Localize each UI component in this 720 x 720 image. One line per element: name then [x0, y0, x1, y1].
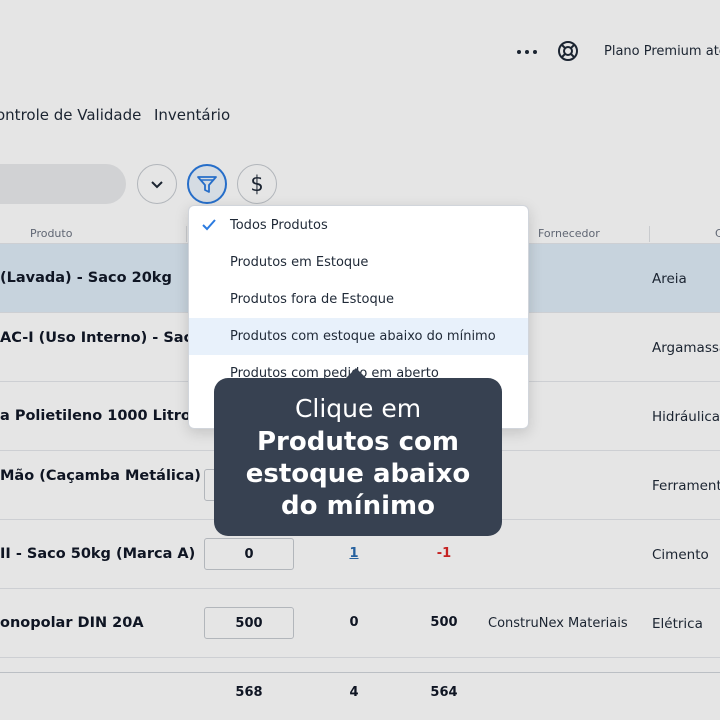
filter-option-label: Todos Produtos — [230, 218, 328, 233]
filter-option-out-of-stock[interactable]: Produtos fora de Estoque — [189, 281, 528, 318]
tutorial-tooltip: Clique em Produtos com estoque abaixo do… — [214, 368, 502, 536]
tooltip-target-label: Produtos com estoque abaixo do mínimo — [245, 427, 471, 521]
tooltip-instruction: Clique em — [294, 394, 422, 423]
tooltip-arrow — [344, 368, 368, 380]
filter-option-label: Produtos em Estoque — [230, 255, 369, 270]
check-icon — [202, 219, 216, 231]
filter-option-label: Produtos com estoque abaixo do mínimo — [230, 329, 496, 344]
app-root: Plano Premium até ontrole de Validade In… — [0, 0, 720, 720]
filter-option-label: Produtos fora de Estoque — [230, 292, 394, 307]
filter-option-below-minimum[interactable]: Produtos com estoque abaixo do mínimo — [189, 318, 528, 355]
filter-option-in-stock[interactable]: Produtos em Estoque — [189, 244, 528, 281]
filter-option-all[interactable]: Todos Produtos — [189, 207, 528, 244]
